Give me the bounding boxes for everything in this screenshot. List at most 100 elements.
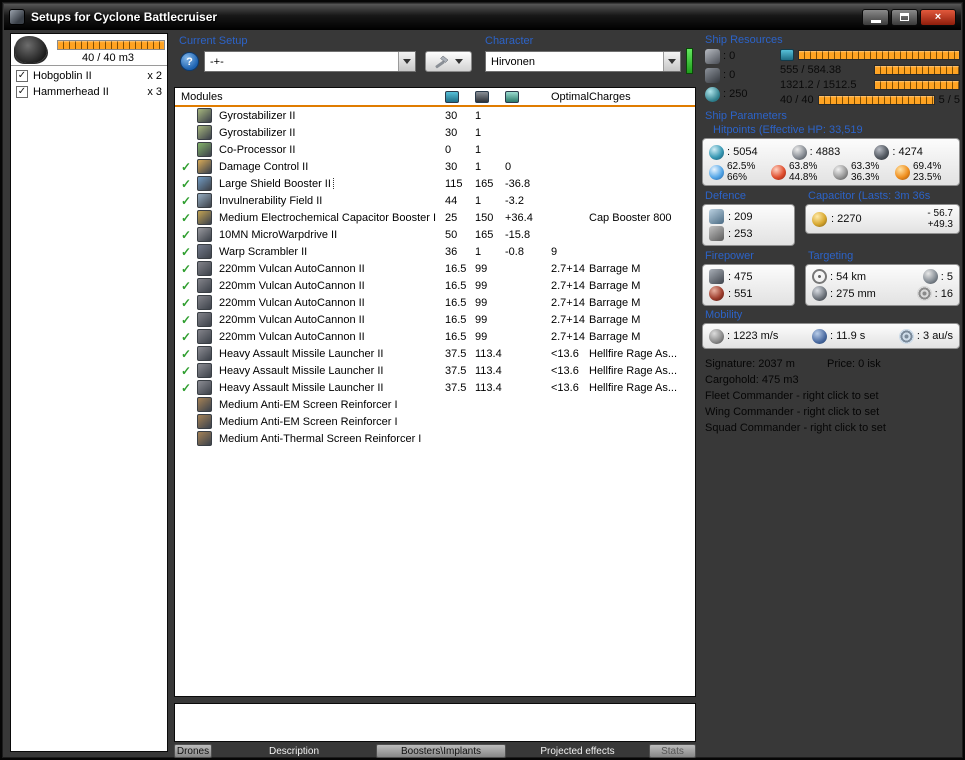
price-value: Price: 0 isk xyxy=(827,358,881,370)
module-active-icon: ✓ xyxy=(181,295,192,310)
module-cpu-value: 36 xyxy=(445,245,458,258)
module-powergrid-value: 1 xyxy=(475,143,482,156)
setup-select[interactable]: -+- xyxy=(204,51,416,72)
module-optimal-value: <13.6 xyxy=(551,364,579,377)
firepower-dps-value: : 551 xyxy=(728,287,753,300)
calibration-icon xyxy=(705,86,720,102)
capacitor-recharge-value: +49.3 xyxy=(927,219,953,230)
module-charge-value: Barrage M xyxy=(589,296,641,309)
minimize-icon xyxy=(870,19,881,23)
drone-checkbox[interactable]: ✓ xyxy=(16,86,28,98)
module-name: Gyrostabilizer II xyxy=(219,109,296,122)
module-optimal-value: 2.7+14 xyxy=(551,279,585,292)
module-icon xyxy=(197,142,212,157)
tab-projected-effects[interactable]: Projected effects xyxy=(506,744,649,758)
tab-description[interactable]: Description xyxy=(212,744,376,758)
module-row[interactable]: ✓ Heavy Assault Missile Launcher II 37.5 11… xyxy=(175,345,695,362)
cpu-icon xyxy=(780,48,794,61)
module-active-icon: ✓ xyxy=(181,193,192,208)
module-row[interactable]: ✓ Medium Electrochemical Capacitor Booste… xyxy=(175,209,695,226)
module-row[interactable]: ✓ Heavy Assault Missile Launcher II 37.5 11… xyxy=(175,362,695,379)
module-row[interactable]: Medium Anti-EM Screen Reinforcer I xyxy=(175,396,695,413)
module-name-cell: Heavy Assault Missile Launcher II xyxy=(217,382,445,394)
module-powergrid-value: 150 xyxy=(475,211,494,224)
ship-resources: : 0 : 0 : 250 555 / 584.38 1321.2 / 1512… xyxy=(702,48,960,106)
module-row[interactable]: Medium Anti-Thermal Screen Reinforcer I xyxy=(175,430,695,447)
module-row[interactable]: ✓ Heavy Assault Missile Launcher II 37.5 11… xyxy=(175,379,695,396)
module-row[interactable]: ✓ 10MN MicroWarpdrive II 50 165 -15.8 xyxy=(175,226,695,243)
module-row[interactable]: Co-Processor II 0 1 xyxy=(175,141,695,158)
drone-bay-header: 40 / 40 m3 xyxy=(11,34,167,66)
module-cpu-value: 37.5 xyxy=(445,381,467,394)
close-button[interactable]: × xyxy=(920,8,956,26)
module-powergrid-value: 1 xyxy=(475,160,482,173)
module-cpu-value: 30 xyxy=(445,126,458,139)
module-powergrid-value: 99 xyxy=(475,279,488,292)
tab-stats[interactable]: Stats xyxy=(649,744,696,758)
module-name: Warp Scrambler II xyxy=(219,245,308,258)
tab-boosters-implants[interactable]: Boosters\Implants xyxy=(376,744,506,758)
module-row[interactable]: ✓ 220mm Vulcan AutoCannon II 16.5 99 2.7+14 B… xyxy=(175,294,695,311)
module-cpu-value: 30 xyxy=(445,160,458,173)
module-row[interactable]: ✓ 220mm Vulcan AutoCannon II 16.5 99 2.7+14 B… xyxy=(175,311,695,328)
modules-column-header: Modules xyxy=(181,90,223,103)
module-row[interactable]: ✓ 220mm Vulcan AutoCannon II 16.5 99 2.7+14 B… xyxy=(175,260,695,277)
module-powergrid-value: 99 xyxy=(475,296,488,309)
module-active-icon: ✓ xyxy=(181,380,192,395)
maximize-icon xyxy=(900,13,909,21)
character-select[interactable]: Hirvonen xyxy=(485,51,681,72)
module-row[interactable]: Medium Anti-EM Screen Reinforcer I xyxy=(175,413,695,430)
setup-select-arrow[interactable] xyxy=(398,52,415,71)
drone-list-item[interactable]: ✓ Hobgoblin II x 2 xyxy=(11,68,167,84)
targeting-range-icon xyxy=(812,269,827,284)
module-row[interactable]: Gyrostabilizer II 30 1 xyxy=(175,124,695,141)
module-charge-value: Hellfire Rage As... xyxy=(589,347,678,360)
module-charge-value: Cap Booster 800 xyxy=(589,211,672,224)
tools-button[interactable] xyxy=(425,51,472,72)
fleet-commander-setter[interactable]: Fleet Commander - right click to set xyxy=(705,390,879,403)
module-powergrid-value: 99 xyxy=(475,262,488,275)
maximize-button[interactable] xyxy=(891,8,918,26)
tools-dropdown-icon xyxy=(455,59,463,64)
setup-select-value: -+- xyxy=(210,55,224,68)
module-row[interactable]: ✓ Warp Scrambler II 36 1 -0.8 9 xyxy=(175,243,695,260)
eft-window: Setups for Cyclone Battlecruiser × 40 / … xyxy=(0,0,965,760)
capacitor-label: Capacitor (Lasts: 3m 36s xyxy=(808,190,931,202)
title-bar[interactable]: Setups for Cyclone Battlecruiser × xyxy=(4,4,961,30)
drone-bay-icon xyxy=(15,36,47,63)
minimize-button[interactable] xyxy=(862,8,889,26)
help-button[interactable]: ? xyxy=(180,52,199,71)
module-icon xyxy=(197,295,212,310)
capacitor-amount-value: : 2270 xyxy=(831,213,862,225)
module-row[interactable]: Gyrostabilizer II 30 1 xyxy=(175,107,695,124)
module-name: 220mm Vulcan AutoCannon II xyxy=(219,262,365,275)
module-active-icon: ✓ xyxy=(181,329,192,344)
module-row[interactable]: ✓ Invulnerability Field II 44 1 -3.2 xyxy=(175,192,695,209)
module-row[interactable]: ✓ Damage Control II 30 1 0 xyxy=(175,158,695,175)
module-cpu-value: 16.5 xyxy=(445,262,467,275)
turret-hardpoints-icon xyxy=(705,48,720,64)
max-targets-value: : 5 xyxy=(940,270,953,283)
modules-table: Modules Optimal Charges Gyrostabilizer I… xyxy=(174,87,696,697)
capacitor-box: : 2270 - 56.7 +49.3 xyxy=(805,204,960,234)
firepower-label: Firepower xyxy=(705,250,754,262)
wing-commander-setter[interactable]: Wing Commander - right click to set xyxy=(705,406,879,419)
module-charge-value: Hellfire Rage As... xyxy=(589,381,678,394)
module-row[interactable]: ✓ 220mm Vulcan AutoCannon II 16.5 99 2.7+14 B… xyxy=(175,277,695,294)
drone-list-item[interactable]: ✓ Hammerhead II x 3 xyxy=(11,84,167,100)
module-name-cell: Gyrostabilizer II xyxy=(217,110,445,122)
kinetic-resist-top: 63.3% xyxy=(851,161,880,172)
module-row[interactable]: ✓ Large Shield Booster II 115 165 -36.8 xyxy=(175,175,695,192)
module-cap-value: -3.2 xyxy=(505,194,524,207)
module-optimal-value: 9 xyxy=(551,245,558,258)
module-row[interactable]: ✓ 220mm Vulcan AutoCannon II 16.5 99 2.7+14 B… xyxy=(175,328,695,345)
tab-drones[interactable]: Drones xyxy=(174,744,212,758)
character-select-arrow[interactable] xyxy=(663,52,680,71)
module-cpu-value: 44 xyxy=(445,194,458,207)
max-targets-icon xyxy=(922,269,938,284)
squad-commander-setter[interactable]: Squad Commander - right click to set xyxy=(705,422,886,435)
module-name: 220mm Vulcan AutoCannon II xyxy=(219,296,365,309)
max-velocity-icon xyxy=(709,328,724,344)
targeting-label: Targeting xyxy=(808,250,854,262)
drone-checkbox[interactable]: ✓ xyxy=(16,70,28,82)
